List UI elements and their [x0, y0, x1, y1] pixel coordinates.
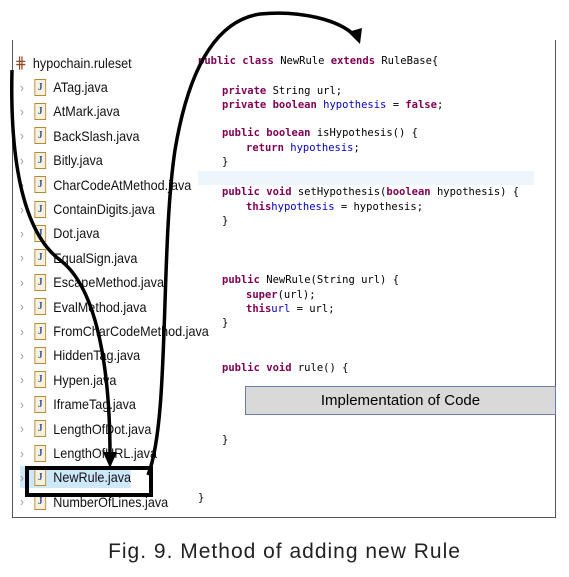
arrow-to-newrule — [10, 69, 112, 456]
figure-caption: Fig. 9. Method of adding new Rule — [108, 540, 461, 563]
arrow-to-code — [146, 11, 357, 476]
annotation-arrows — [10, 11, 362, 476]
arrowhead-newrule — [103, 452, 117, 468]
